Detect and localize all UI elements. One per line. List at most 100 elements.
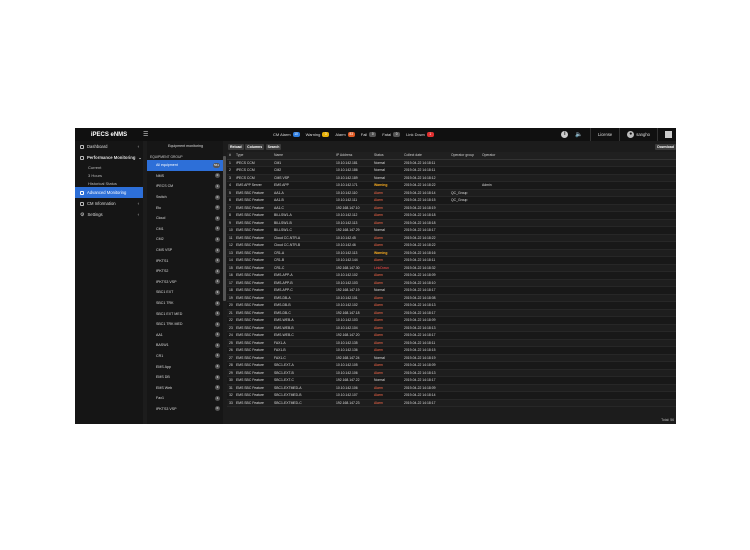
table-row[interactable]: 5 EMS SBC Feature AA1-A 10.10.142.110 Alarm 2… — [227, 189, 676, 197]
table-row[interactable]: 2 iPECS CCM CM2 10.10.142.186 Normal 2019-04-… — [227, 166, 676, 175]
total-count: Total: 56 — [661, 418, 674, 422]
equipment-group-item[interactable]: EMS DB 3 — [147, 372, 223, 383]
alarm-indicator[interactable]: Warning 3 — [306, 132, 330, 137]
table-row[interactable]: 23 EMS SBC Feature EMS-WEB-B 10.10.142.104 A… — [227, 324, 676, 332]
equipment-group-item[interactable]: SBC1 EXT MED 1 — [147, 308, 223, 319]
table-cell: iPECS CCM — [234, 159, 272, 167]
equipment-group-item[interactable]: CMS VSP 1 — [147, 245, 223, 256]
equipment-group-item[interactable]: EMS Web 3 — [147, 382, 223, 393]
table-row[interactable]: 12 EMS SBC Feature Cloud CC-NTR-B 10.10.142… — [227, 241, 676, 250]
table-row[interactable]: 13 EMS SBC Feature CR1-A 10.10.142.113 Warni… — [227, 249, 676, 257]
scrollbar-thumb[interactable] — [223, 156, 226, 301]
equipment-group-item[interactable]: CR1 1 — [147, 351, 223, 362]
table-row[interactable]: 10 EMS SBC Feature BILLSW1-C 192.168.147.29… — [227, 226, 676, 235]
table-row[interactable]: 26 EMS SBC Feature FAX1-B 10.10.142.136 Alar… — [227, 346, 676, 355]
equipment-group-item[interactable]: CM2 1 — [147, 234, 223, 245]
table-row[interactable]: 15 EMS SBC Feature CR1-C 192.168.147.30 Link… — [227, 264, 676, 272]
equipment-group-item[interactable]: IPKTS1 1 — [147, 255, 223, 266]
equipment-group-item[interactable]: IPKTS3 VSP 1 — [147, 277, 223, 288]
table-row[interactable]: 24 EMS SBC Feature EMS-WEB-C 192.168.147.20… — [227, 331, 676, 340]
sidebar-item-cm[interactable]: CM Information ‹ — [75, 198, 143, 209]
reload-button[interactable]: Reload — [228, 143, 244, 150]
download-button[interactable]: Download — [655, 143, 676, 150]
column-header[interactable]: Collect date — [402, 152, 449, 160]
search-button[interactable]: Search — [265, 143, 282, 150]
sidebar-item-label: CM Information — [87, 201, 116, 206]
equipment-group-item[interactable]: Cloud 3 — [147, 213, 223, 224]
equipment-group-item[interactable]: BASW1 1 — [147, 340, 223, 351]
table-row[interactable]: 32 EMS SBC Feature SBC1-EXTMED-B 10.10.142.… — [227, 391, 676, 400]
column-header[interactable]: Operator group — [449, 152, 480, 160]
table-row[interactable]: 33 EMS SBC Feature SBC1-EXTMED-C 192.168.14… — [227, 399, 676, 407]
table-row[interactable]: 14 EMS SBC Feature CR1-B 10.10.142.144 Alarm… — [227, 256, 676, 265]
table-row[interactable]: 8 EMS SBC Feature BILLSW1-A 10.10.142.112 Al… — [227, 211, 676, 220]
sidebar-subitem-historical[interactable]: Historical Status — [75, 179, 143, 187]
table-row[interactable]: 27 EMS SBC Feature FAX1-C 192.168.147.24 Nor… — [227, 354, 676, 362]
table-row[interactable]: 19 EMS SBC Feature EMS-DB-A 10.10.142.101 Al… — [227, 294, 676, 302]
table-row[interactable]: 16 EMS SBC Feature EMS-APP-A 10.10.142.102 A… — [227, 271, 676, 280]
equipment-group-item[interactable]: IPKTS3 VSP 0 — [147, 404, 223, 415]
equipment-group-item[interactable]: NMS 0 — [147, 171, 223, 182]
sidebar-subitem-current[interactable]: Current — [75, 163, 143, 171]
table-row[interactable]: 17 EMS SBC Feature EMS-APP-B 10.10.142.103 A… — [227, 279, 676, 287]
column-header[interactable]: Operator — [480, 152, 676, 160]
sidebar-item-dashboard[interactable]: Dashboard ‹ — [75, 141, 143, 152]
sidebar-subitem-3-hours[interactable]: 3 Hours — [75, 171, 143, 179]
column-header[interactable]: IP Address — [334, 152, 372, 160]
table-row[interactable]: 22 EMS SBC Feature EMS-WEB-A 10.10.142.103 A… — [227, 316, 676, 325]
equipment-group-item[interactable]: iPECS CM 1 — [147, 181, 223, 192]
table-row[interactable]: 30 EMS SBC Feature SBC1-EXT-C 192.168.147.2… — [227, 376, 676, 385]
column-header[interactable]: Status — [372, 152, 402, 160]
table-cell — [449, 391, 480, 400]
license-link[interactable]: License — [598, 132, 612, 137]
alarm-indicator[interactable]: Link Down 1 — [406, 132, 434, 137]
table-cell: EMS-WEB-A — [272, 316, 334, 325]
sidebar-item-settings[interactable]: ⚙ Settings ‹ — [75, 209, 143, 220]
table-row[interactable]: 4 EMS APP Server EMS APP 10.10.142.171 Warni… — [227, 181, 676, 190]
equipment-group-item[interactable]: Switch 0 — [147, 192, 223, 203]
equipment-group-item[interactable]: All equipment 561 — [147, 160, 223, 171]
info-icon[interactable]: i — [561, 131, 569, 138]
equipment-group-item[interactable]: Etc 0 — [147, 202, 223, 213]
column-header[interactable]: # — [227, 152, 234, 160]
logout-icon[interactable] — [665, 131, 672, 138]
column-header[interactable]: Name — [272, 152, 334, 160]
speaker-icon[interactable]: 🔈 — [575, 131, 582, 138]
equipment-group-item[interactable]: SBC1 TRK MED 1 — [147, 319, 223, 330]
table-cell: EMS SBC Feature — [234, 391, 272, 400]
scrollbar[interactable] — [223, 156, 226, 424]
table-row[interactable]: 18 EMS SBC Feature EMS-APP-C 192.168.147.19… — [227, 286, 676, 295]
table-row[interactable]: 31 EMS SBC Feature SBC1-EXTMED-A 10.10.142.… — [227, 384, 676, 392]
equipment-group-item[interactable]: IPKTS2 1 — [147, 266, 223, 277]
equipment-group-item[interactable]: AA1 1 — [147, 330, 223, 341]
table-row[interactable]: 3 iPECS CCM CMS VSP 10.10.142.189 Normal 2019… — [227, 174, 676, 182]
alarm-indicator[interactable]: CM Alarm 10 — [273, 132, 300, 137]
table-row[interactable]: 6 EMS SBC Feature AA1-B 10.10.142.111 Alarm 2… — [227, 196, 676, 205]
columns-button[interactable]: Columns — [245, 143, 265, 150]
equipment-group-item[interactable]: Fax1 1 — [147, 393, 223, 404]
sidebar-item-advanced[interactable]: Advanced Monitoring — [75, 187, 143, 198]
equipment-group-item[interactable]: SBC1 TRK 2 — [147, 298, 223, 309]
sidebar-item-performance[interactable]: Performance Monitoring ⌄ — [75, 152, 143, 163]
table-row[interactable]: 9 EMS SBC Feature BILLSW1-B 10.10.142.113 Al… — [227, 219, 676, 227]
table-row[interactable]: 29 EMS SBC Feature SBC1-EXT-B 10.10.142.106… — [227, 369, 676, 377]
table-row[interactable]: 20 EMS SBC Feature EMS-DB-B 10.10.142.102 Al… — [227, 301, 676, 310]
table-row[interactable]: 11 EMS SBC Feature Cloud CC-NTR-A 10.10.142… — [227, 234, 676, 242]
user-name[interactable]: sangho — [636, 132, 650, 137]
alarm-indicator[interactable]: Alarm 83 — [335, 132, 355, 137]
table-row[interactable]: 21 EMS SBC Feature EMS-DB-C 192.168.147.18 A… — [227, 309, 676, 317]
alarm-indicator[interactable]: Fatal 0 — [382, 132, 401, 137]
table-cell: 10.10.142.103 — [334, 316, 372, 325]
equipment-group-label: IPKTS3 VSP — [156, 279, 177, 284]
equipment-group-item[interactable]: EMS App 4 — [147, 361, 223, 372]
equipment-group-item[interactable]: SBC1 EXT 3 — [147, 287, 223, 298]
table-row[interactable]: 25 EMS SBC Feature FAX1-A 10.10.142.135 Alar… — [227, 339, 676, 347]
alarm-indicator[interactable]: Fail 0 — [361, 132, 377, 137]
equipment-group-item[interactable]: CM1 1 — [147, 224, 223, 235]
table-row[interactable]: 7 EMS SBC Feature AA1-C 192.168.147.10 Alarm… — [227, 204, 676, 212]
table-row[interactable]: 1 iPECS CCM CM1 10.10.142.181 Normal 2019-04-… — [227, 159, 676, 167]
menu-icon[interactable]: ☰ — [143, 131, 153, 138]
column-header[interactable]: Type — [234, 152, 272, 160]
table-row[interactable]: 28 EMS SBC Feature SBC1-EXT-A 10.10.142.105… — [227, 361, 676, 370]
avatar-icon[interactable]: ● — [627, 131, 635, 138]
